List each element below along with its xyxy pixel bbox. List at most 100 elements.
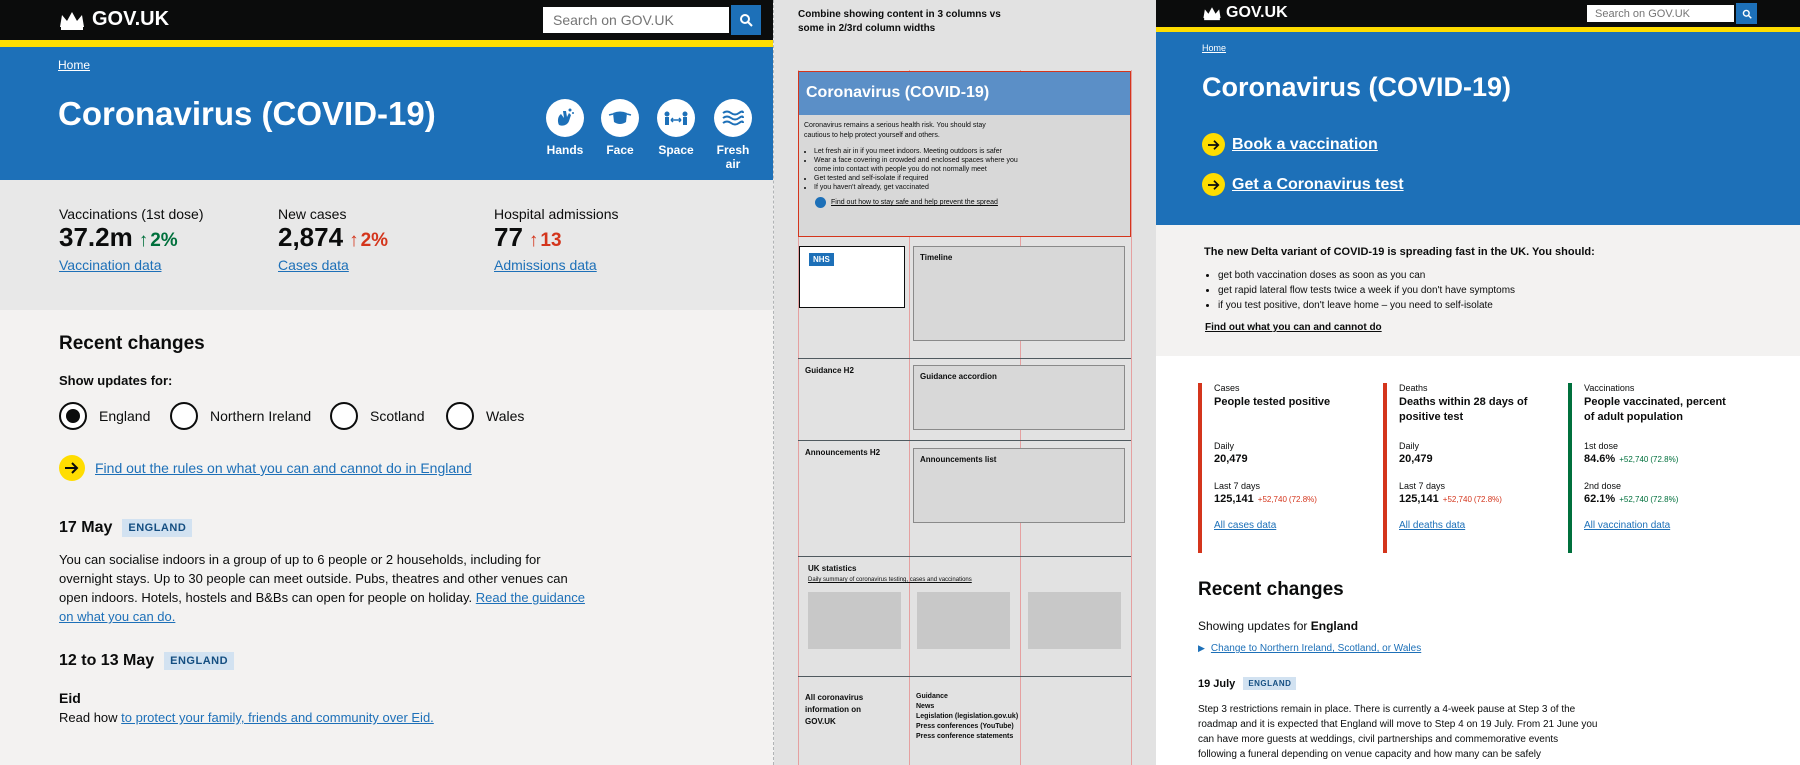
stat-value: 37.2m: [59, 222, 133, 252]
page-title: Coronavirus (COVID-19): [1202, 72, 1512, 102]
header: GOV.UK: [1156, 0, 1800, 27]
book-vaccination-link[interactable]: Book a vaccination: [1232, 136, 1378, 154]
radio-wales[interactable]: Wales: [446, 402, 524, 430]
wf-hero: Coronavirus (COVID-19) Coronavirus remai…: [798, 71, 1131, 237]
stat-label: Hospital admissions: [494, 206, 619, 222]
pill-face[interactable]: Face: [600, 99, 640, 157]
nation-tag: ENGLAND: [1243, 677, 1297, 690]
wf-bullet: Let fresh air in if you meet indoors. Me…: [814, 147, 1024, 156]
wf-link[interactable]: Press conferences (YouTube): [916, 722, 1018, 732]
pill-space[interactable]: Space: [656, 99, 696, 157]
delta-item: if you test positive, don't leave home –…: [1218, 298, 1515, 313]
card-label: Last 7 days: [1399, 481, 1446, 491]
search-button[interactable]: [731, 5, 761, 35]
arrow-right-icon: [815, 197, 826, 208]
radio-selected-icon: [59, 402, 87, 430]
stat-change: 2%: [360, 230, 389, 251]
recent-changes-heading: Recent changes: [59, 333, 205, 354]
card-cases: Cases People tested positive Daily 20,47…: [1198, 383, 1368, 553]
all-vaccination-link[interactable]: All vaccination data: [1584, 520, 1738, 531]
wf-guidance-accordion: Guidance accordion: [913, 365, 1125, 430]
card-title: Deaths within 28 days of positive test: [1399, 396, 1528, 423]
vaccination-data-link[interactable]: Vaccination data: [59, 257, 203, 273]
delta-notice: The new Delta variant of COVID-19 is spr…: [1156, 225, 1800, 356]
update-text: Step 3 restrictions remain in place. The…: [1198, 704, 1598, 760]
wf-link[interactable]: Find out how to stay safe and help preve…: [831, 199, 998, 206]
arrow-up-icon: ↑: [138, 230, 149, 251]
crown-icon: [60, 11, 84, 30]
rules-link[interactable]: Find out the rules on what you can and c…: [95, 460, 472, 476]
search-button[interactable]: [1736, 3, 1757, 24]
showing-updates: Showing updates for England: [1198, 619, 1358, 633]
stat-vaccinations: Vaccinations (1st dose) 37.2m ↑ 2% Vaccina…: [59, 206, 203, 273]
card-delta: +52,740: [1257, 495, 1287, 504]
search-input[interactable]: [541, 5, 731, 35]
yellow-band: [0, 40, 773, 47]
design-variant-b: GOV.UK Home Coronavirus (COVID-19) Book …: [1156, 0, 1800, 765]
distance-icon: [657, 99, 695, 137]
radio-northern-ireland[interactable]: Northern Ireland: [170, 402, 311, 430]
wf-label: Announcements list: [920, 455, 997, 464]
triangle-right-icon: ▶: [1198, 643, 1205, 653]
govuk-logo[interactable]: GOV.UK: [1202, 4, 1288, 22]
radio-icon: [170, 402, 198, 430]
stat-cases: New cases 2,874 ↑ 2% Cases data: [278, 206, 388, 273]
cases-data-link[interactable]: Cases data: [278, 257, 388, 273]
eid-link[interactable]: to protect your family, friends and comm…: [121, 710, 434, 725]
card-label: Daily: [1214, 441, 1235, 451]
hands-icon: [546, 99, 584, 137]
wf-label: Timeline: [920, 253, 953, 262]
delta-heading: The new Delta variant of COVID-19 is spr…: [1204, 246, 1595, 258]
admissions-data-link[interactable]: Admissions data: [494, 257, 619, 273]
govuk-logo[interactable]: GOV.UK: [58, 8, 169, 31]
stat-label: Vaccinations (1st dose): [59, 206, 204, 222]
wf-link[interactable]: Legislation (legislation.gov.uk): [916, 712, 1018, 722]
breadcrumb[interactable]: Home: [58, 58, 90, 72]
brand-name: GOV.UK: [92, 8, 170, 30]
wf-label: UK statistics: [808, 564, 857, 573]
update-date: 19 July: [1198, 677, 1236, 690]
pill-hands[interactable]: Hands: [545, 99, 585, 157]
pill-label: Hands: [546, 143, 584, 157]
arrow-up-icon: ↑: [349, 230, 359, 251]
wf-link[interactable]: Guidance: [916, 692, 1018, 702]
delta-link[interactable]: Find out what you can and cannot do: [1205, 322, 1382, 333]
nation-tag: ENGLAND: [122, 519, 193, 537]
all-cases-link[interactable]: All cases data: [1214, 520, 1368, 531]
all-deaths-link[interactable]: All deaths data: [1399, 520, 1553, 531]
pill-label: Face: [606, 143, 634, 157]
stats-band: Vaccinations (1st dose) 37.2m ↑ 2% Vaccina…: [0, 180, 773, 310]
card-label: Daily: [1399, 441, 1420, 451]
action-book-vaccination[interactable]: Book a vaccination: [1202, 133, 1378, 156]
grid-line: [1131, 70, 1132, 765]
card-deaths: Deaths Deaths within 28 days of positive…: [1383, 383, 1553, 553]
showing-label: Showing updates for: [1198, 619, 1308, 633]
wf-label: All coronavirus information on GOV.UK: [805, 693, 864, 726]
arrow-right-icon: [59, 455, 85, 481]
breadcrumb[interactable]: Home: [1202, 43, 1226, 53]
mask-icon: [601, 99, 639, 137]
wf-link[interactable]: Press conference statements: [916, 732, 1018, 742]
action-get-test[interactable]: Get a Coronavirus test: [1202, 173, 1404, 196]
card-value: 20,479: [1214, 453, 1248, 465]
stat-admissions: Hospital admissions 77 ↑ 13 Admissions dat…: [494, 206, 619, 273]
search-icon: [1742, 9, 1752, 19]
wf-nhs-box: NHS: [799, 246, 905, 308]
divider: [798, 358, 1131, 359]
wf-bullets: Let fresh air in if you meet indoors. Me…: [799, 147, 1024, 192]
wireframe-panel: Combine showing content in 3 columns vs …: [774, 0, 1156, 765]
search: [541, 5, 761, 35]
card-kicker: Cases: [1214, 383, 1240, 393]
hero: Home Coronavirus (COVID-19) Hands Face S…: [0, 47, 773, 180]
get-test-link[interactable]: Get a Coronavirus test: [1232, 176, 1404, 194]
radio-scotland[interactable]: Scotland: [330, 402, 424, 430]
wf-link[interactable]: News: [916, 702, 1018, 712]
radio-england[interactable]: England: [59, 402, 150, 430]
pill-fresh-air[interactable]: Fresh air: [711, 99, 755, 171]
arrow-right-icon: [1202, 173, 1225, 196]
change-nation-link[interactable]: Change to Northern Ireland, Scotland, or…: [1211, 643, 1421, 654]
card-label: 1st dose: [1584, 441, 1619, 451]
card-kicker: Deaths: [1399, 383, 1428, 393]
divider: [798, 556, 1131, 557]
search-input[interactable]: [1585, 3, 1736, 24]
